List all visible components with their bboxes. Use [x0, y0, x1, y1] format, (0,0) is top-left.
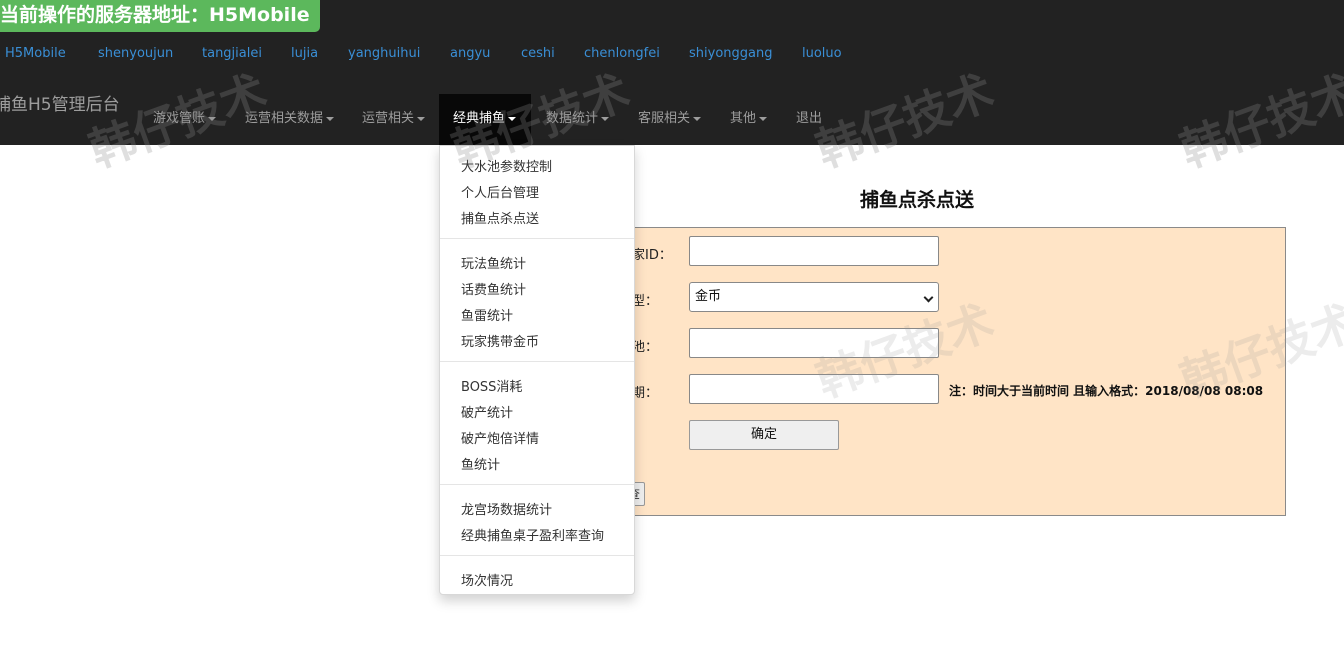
kill-send-form: 玩家ID： 类型： 金币 水池： 日期： 注：时间大于当前时间 且输入格式：20…: [600, 227, 1286, 516]
menu-item-bankruptcy-stats[interactable]: 破产统计: [461, 402, 513, 421]
menu-item-gameplay-fish-stats[interactable]: 玩法鱼统计: [461, 253, 526, 272]
caret-down-icon: [508, 116, 517, 121]
chevron-down-icon: [923, 292, 934, 303]
nav-operations-data[interactable]: 运营相关数据: [231, 94, 348, 145]
server-link-lujia[interactable]: lujia: [291, 46, 318, 61]
server-link-tangjialei[interactable]: tangjialei: [202, 46, 262, 61]
nav-customer-service[interactable]: 客服相关: [624, 94, 715, 145]
nav-label: 数据统计: [546, 111, 599, 126]
confirm-button[interactable]: 确定: [689, 420, 839, 450]
server-link-ceshi[interactable]: ceshi: [521, 46, 555, 61]
type-select[interactable]: 金币: [689, 282, 939, 312]
date-format-hint: 注：时间大于当前时间 且输入格式：2018/08/08 08:08: [949, 384, 1264, 398]
top-navbar: 当前操作的服务器地址：H5Mobile H5Mobile shenyoujun …: [0, 0, 1344, 145]
server-link-yanghuihui[interactable]: yanghuihui: [348, 46, 420, 61]
page-title: 捕鱼点杀点送: [860, 189, 975, 211]
menu-item-dragon-palace-stats[interactable]: 龙宫场数据统计: [461, 499, 552, 518]
type-select-value: 金币: [695, 289, 722, 304]
menu-divider: [440, 555, 634, 556]
nav-operations[interactable]: 运营相关: [348, 94, 439, 145]
brand-title[interactable]: 捕鱼H5管理后台: [0, 90, 120, 115]
nav-other[interactable]: 其他: [716, 94, 781, 145]
menu-item-bankruptcy-details[interactable]: 破产炮倍详情: [461, 428, 539, 447]
menu-divider: [440, 238, 634, 239]
menu-item-fish-stats[interactable]: 鱼统计: [461, 454, 500, 473]
menu-divider: [440, 361, 634, 362]
nav-data-statistics[interactable]: 数据统计: [532, 94, 623, 145]
caret-down-icon: [601, 116, 610, 121]
menu-item-session-status[interactable]: 场次情况: [461, 570, 513, 589]
server-address-badge: 当前操作的服务器地址：H5Mobile: [0, 0, 320, 32]
menu-item-kill-send[interactable]: 捕鱼点杀点送: [461, 208, 539, 227]
nav-label: 客服相关: [638, 111, 691, 126]
menu-item-boss-consumption[interactable]: BOSS消耗: [461, 376, 522, 395]
server-link-shiyonggang[interactable]: shiyonggang: [689, 46, 772, 61]
server-link-luoluo[interactable]: luoluo: [802, 46, 842, 61]
nav-game-accounts[interactable]: 游戏管账: [139, 94, 230, 145]
menu-item-personal-backend[interactable]: 个人后台管理: [461, 182, 539, 201]
caret-down-icon: [208, 116, 217, 121]
server-link-chenlongfei[interactable]: chenlongfei: [584, 46, 660, 61]
menu-divider: [440, 484, 634, 485]
nav-logout[interactable]: 退出: [782, 94, 836, 145]
nav-label: 运营相关数据: [245, 111, 324, 126]
nav-label: 经典捕鱼: [453, 111, 506, 126]
menu-item-phone-fee-fish-stats[interactable]: 话费鱼统计: [461, 279, 526, 298]
nav-classic-fishing[interactable]: 经典捕鱼: [439, 94, 531, 145]
menu-item-player-gold[interactable]: 玩家携带金币: [461, 331, 539, 350]
menu-item-pool-control[interactable]: 大水池参数控制: [461, 156, 552, 175]
nav-label: 运营相关: [362, 111, 415, 126]
caret-down-icon: [326, 116, 335, 121]
nav-label: 退出: [796, 111, 823, 126]
server-link-angyu[interactable]: angyu: [450, 46, 490, 61]
server-link-shenyoujun[interactable]: shenyoujun: [98, 46, 173, 61]
caret-down-icon: [693, 116, 702, 121]
caret-down-icon: [417, 116, 426, 121]
menu-item-table-profit-query[interactable]: 经典捕鱼桌子盈利率查询: [461, 525, 604, 544]
classic-fishing-dropdown: 大水池参数控制 个人后台管理 捕鱼点杀点送 玩法鱼统计 话费鱼统计 鱼雷统计 玩…: [439, 145, 635, 595]
pool-input[interactable]: [689, 328, 939, 358]
menu-item-torpedo-stats[interactable]: 鱼雷统计: [461, 305, 513, 324]
nav-label: 游戏管账: [153, 111, 206, 126]
server-link-h5mobile[interactable]: H5Mobile: [5, 46, 66, 61]
player-id-input[interactable]: [689, 236, 939, 266]
date-input[interactable]: [689, 374, 939, 404]
caret-down-icon: [759, 116, 768, 121]
nav-label: 其他: [730, 111, 757, 126]
